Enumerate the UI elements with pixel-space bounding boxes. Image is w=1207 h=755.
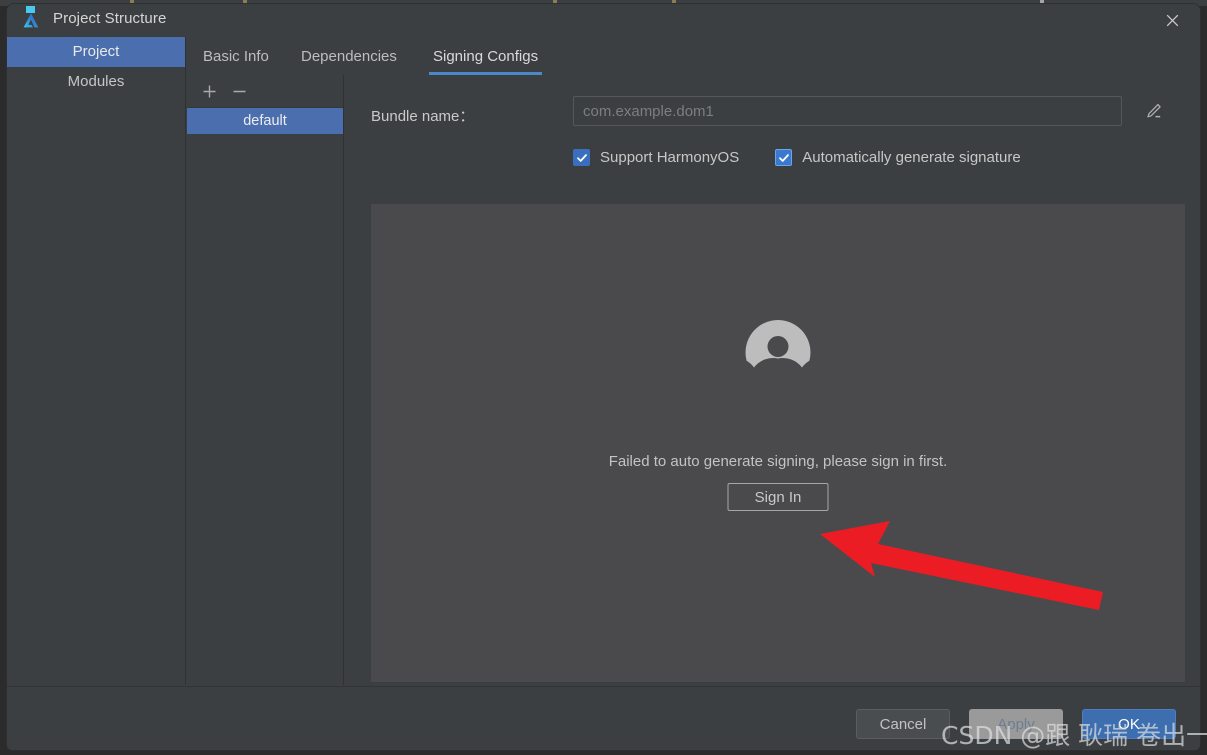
- close-icon[interactable]: [1152, 7, 1192, 34]
- config-item-label: default: [243, 113, 287, 129]
- tab-bar: Basic Info Dependencies Signing Configs: [187, 38, 1200, 76]
- checkbox-auto-generate-signature[interactable]: Automatically generate signature: [775, 149, 1021, 166]
- pencil-edit-icon[interactable]: [1139, 97, 1167, 125]
- tab-dependencies[interactable]: Dependencies: [297, 38, 401, 75]
- ok-button[interactable]: OK: [1082, 709, 1176, 739]
- sidebar-item-project[interactable]: Project: [7, 37, 185, 67]
- bundle-name-label: Bundle name：: [371, 108, 475, 125]
- cancel-button[interactable]: Cancel: [856, 709, 950, 739]
- config-list-item-default[interactable]: default: [187, 108, 343, 134]
- minus-icon[interactable]: [227, 79, 251, 103]
- signing-configs-list-panel: default: [187, 75, 344, 685]
- checkbox-label: Automatically generate signature: [802, 149, 1021, 166]
- tab-label: Basic Info: [203, 48, 269, 65]
- tab-signing-configs[interactable]: Signing Configs: [429, 38, 543, 75]
- check-icon: [778, 153, 789, 162]
- signing-error-message: Failed to auto generate signing, please …: [608, 453, 948, 470]
- tab-label: Dependencies: [301, 48, 397, 65]
- plus-icon[interactable]: [197, 79, 221, 103]
- page-title: Project Structure: [53, 10, 167, 27]
- tab-basic-info[interactable]: Basic Info: [199, 38, 273, 75]
- background-cyan-marker: [26, 6, 35, 13]
- user-avatar-icon: [744, 318, 813, 387]
- checkbox-box[interactable]: [573, 149, 590, 166]
- checkbox-label: Support HarmonyOS: [600, 149, 740, 166]
- check-icon: [576, 153, 587, 162]
- configs-toolbar: [187, 75, 343, 108]
- bundle-name-input[interactable]: [573, 96, 1122, 126]
- options-checkbox-row: Support HarmonyOS Automatically generate…: [573, 149, 1021, 166]
- sidebar: Project Modules: [7, 37, 186, 685]
- signing-configs-content: Bundle name： Support HarmonyOS: [344, 75, 1200, 685]
- checkbox-support-harmonyos[interactable]: Support HarmonyOS: [573, 149, 739, 166]
- apply-button: Apply: [969, 709, 1063, 739]
- sidebar-item-label: Project: [72, 43, 120, 60]
- dialog-titlebar: Project Structure: [7, 4, 1200, 37]
- checkbox-box[interactable]: [775, 149, 793, 166]
- project-structure-dialog: Project Structure Project Modules Basic …: [6, 3, 1201, 751]
- sidebar-item-modules[interactable]: Modules: [7, 67, 185, 97]
- deveco-logo-icon: [21, 11, 41, 31]
- dialog-footer: Cancel Apply OK: [7, 686, 1200, 750]
- sign-in-button[interactable]: Sign In: [727, 483, 829, 511]
- tab-label: Signing Configs: [433, 48, 539, 65]
- signing-status-panel: Failed to auto generate signing, please …: [371, 204, 1185, 682]
- sidebar-item-label: Modules: [67, 73, 125, 90]
